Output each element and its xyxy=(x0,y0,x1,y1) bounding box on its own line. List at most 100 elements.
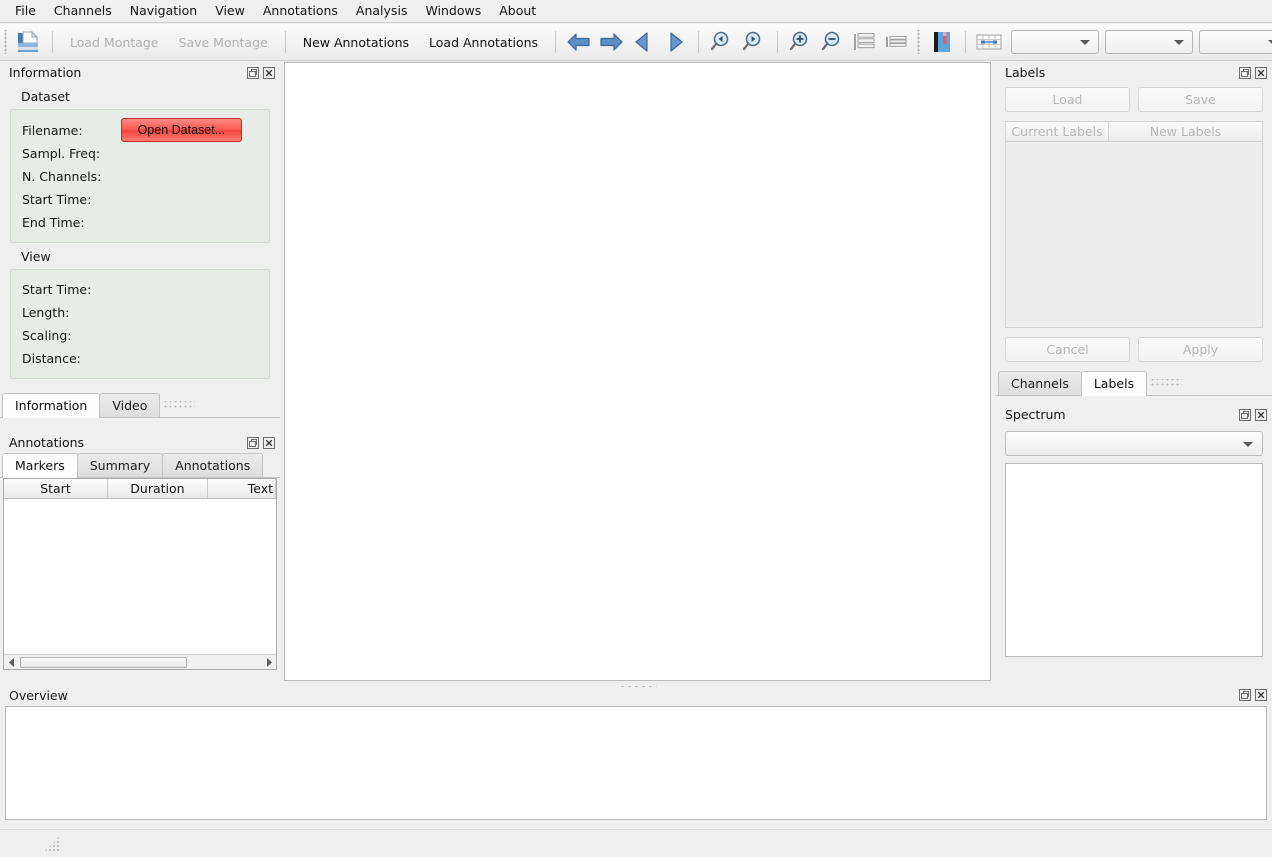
open-dataset-button[interactable]: Open Dataset... xyxy=(120,118,243,142)
spectrum-plot-area[interactable] xyxy=(1005,463,1263,657)
tab-information[interactable]: Information xyxy=(2,393,101,418)
size-grip[interactable] xyxy=(44,836,60,852)
float-icon[interactable] xyxy=(1238,66,1251,79)
menu-channels[interactable]: Channels xyxy=(45,1,121,21)
labels-table-body[interactable] xyxy=(1005,142,1263,328)
overview-panel-title: Overview xyxy=(9,687,68,703)
save-montage-button[interactable]: Save Montage xyxy=(169,30,278,55)
toolbar-combo-3[interactable] xyxy=(1199,30,1272,54)
dataset-sampling-frequency-row: Sampl. Freq: xyxy=(11,142,269,165)
toolbar-drag-handle[interactable] xyxy=(2,30,10,54)
close-icon[interactable] xyxy=(1254,689,1267,702)
dataset-start-time-label: Start Time: xyxy=(22,192,92,207)
book-bookmark-icon[interactable] xyxy=(927,27,957,57)
markers-horizontal-scrollbar[interactable] xyxy=(4,654,276,669)
tab-annotations[interactable]: Annotations xyxy=(162,453,264,477)
tab-channels[interactable]: Channels xyxy=(998,371,1082,395)
menu-view[interactable]: View xyxy=(206,1,254,21)
tab-markers[interactable]: Markers xyxy=(2,453,78,478)
menu-file[interactable]: File xyxy=(6,1,45,21)
column-header-start[interactable]: Start xyxy=(4,479,108,498)
information-panel: Information Dataset Filename: Open Datas… xyxy=(0,62,280,430)
arrow-left-play-icon[interactable] xyxy=(628,27,658,57)
view-distance-row: Distance: xyxy=(11,347,269,370)
dataset-sampling-frequency-label: Sampl. Freq: xyxy=(22,146,101,161)
close-icon[interactable] xyxy=(1254,408,1267,421)
toolbar-separator xyxy=(555,31,557,53)
zoom-in-icon[interactable] xyxy=(786,27,816,57)
column-header-text[interactable]: Text xyxy=(208,479,276,498)
labels-tabbar: Channels Labels xyxy=(996,371,1272,396)
main-toolbar: Load Montage Save Montage New Annotation… xyxy=(0,24,1272,61)
information-panel-titlebar: Information xyxy=(0,62,280,83)
annotations-tabbar: Markers Summary Annotations xyxy=(0,453,280,478)
float-icon[interactable] xyxy=(246,66,259,79)
grid-markers-icon[interactable] xyxy=(974,27,1004,57)
tab-video[interactable]: Video xyxy=(99,393,161,417)
close-icon[interactable] xyxy=(262,436,275,449)
markers-table-body xyxy=(4,499,276,654)
column-header-duration[interactable]: Duration xyxy=(108,479,208,498)
magnifier-page-right-icon[interactable] xyxy=(739,27,769,57)
scroll-right-icon[interactable] xyxy=(261,655,276,669)
arrow-right-play-icon[interactable] xyxy=(660,27,690,57)
markers-table: Start Duration Text xyxy=(3,478,277,670)
menu-about[interactable]: About xyxy=(490,1,545,21)
labels-panel-title: Labels xyxy=(1005,65,1046,80)
toolbar-separator xyxy=(965,31,967,53)
toolbar-combo-2[interactable] xyxy=(1105,30,1194,54)
dataset-n-channels-row: N. Channels: xyxy=(11,165,269,188)
scrollbar-thumb[interactable] xyxy=(20,656,187,668)
scroll-left-icon[interactable] xyxy=(4,655,19,669)
tab-labels[interactable]: Labels xyxy=(1080,371,1148,396)
new-annotations-button[interactable]: New Annotations xyxy=(293,30,419,55)
column-header-current-labels[interactable]: Current Labels xyxy=(1005,121,1108,142)
dataset-groupbox: Filename: Open Dataset... Sampl. Freq: N… xyxy=(10,109,270,243)
menu-annotations[interactable]: Annotations xyxy=(254,1,347,21)
spectrum-channel-select[interactable] xyxy=(1005,431,1263,456)
annotations-panel-titlebar: Annotations xyxy=(0,432,280,453)
application-window: File Channels Navigation View Annotation… xyxy=(0,0,1272,857)
view-length-row: Length: xyxy=(11,301,269,324)
tabbar-overflow-dots xyxy=(163,400,196,410)
view-group-label: View xyxy=(21,249,51,264)
close-icon[interactable] xyxy=(1254,66,1267,79)
arrow-left-big-icon[interactable] xyxy=(564,27,594,57)
dataset-n-channels-label: N. Channels: xyxy=(22,169,102,184)
signal-canvas[interactable] xyxy=(284,62,991,681)
menu-analysis[interactable]: Analysis xyxy=(347,1,417,21)
list-compact-icon[interactable] xyxy=(882,27,912,57)
dataset-filename-row: Filename: Open Dataset... xyxy=(11,118,269,142)
spectrum-panel-titlebar: Spectrum xyxy=(996,404,1272,425)
menu-windows[interactable]: Windows xyxy=(416,1,490,21)
labels-panel: Labels Load Save Current Labels New Labe… xyxy=(996,62,1272,400)
view-start-time-label: Start Time: xyxy=(22,282,92,297)
load-montage-button[interactable]: Load Montage xyxy=(60,30,169,55)
column-header-new-labels[interactable]: New Labels xyxy=(1108,121,1263,142)
labels-load-button[interactable]: Load xyxy=(1005,87,1130,112)
toolbar-drag-handle[interactable] xyxy=(915,30,924,54)
dataset-filename-label: Filename: xyxy=(22,122,83,138)
labels-cancel-button[interactable]: Cancel xyxy=(1005,337,1130,362)
menu-navigation[interactable]: Navigation xyxy=(121,1,206,21)
close-icon[interactable] xyxy=(262,66,275,79)
toolbar-combo-1[interactable] xyxy=(1011,30,1100,54)
float-icon[interactable] xyxy=(1238,408,1251,421)
arrow-right-big-icon[interactable] xyxy=(596,27,626,57)
overview-canvas[interactable] xyxy=(5,706,1267,820)
view-groupbox: Start Time: Length: Scaling: Distance: xyxy=(10,269,270,379)
right-dock-area: Labels Load Save Current Labels New Labe… xyxy=(996,62,1272,682)
open-dataset-folder-icon[interactable] xyxy=(14,27,44,57)
tab-summary[interactable]: Summary xyxy=(76,453,164,477)
zoom-out-icon[interactable] xyxy=(818,27,848,57)
magnifier-page-left-icon[interactable] xyxy=(707,27,737,57)
left-dock-area: Information Dataset Filename: Open Datas… xyxy=(0,62,280,682)
scrollbar-track[interactable] xyxy=(188,657,261,668)
dataset-start-time-row: Start Time: xyxy=(11,188,269,211)
labels-apply-button[interactable]: Apply xyxy=(1138,337,1263,362)
float-icon[interactable] xyxy=(246,436,259,449)
float-icon[interactable] xyxy=(1238,689,1251,702)
load-annotations-button[interactable]: Load Annotations xyxy=(419,30,548,55)
labels-save-button[interactable]: Save xyxy=(1138,87,1263,112)
list-spaced-icon[interactable] xyxy=(850,27,880,57)
